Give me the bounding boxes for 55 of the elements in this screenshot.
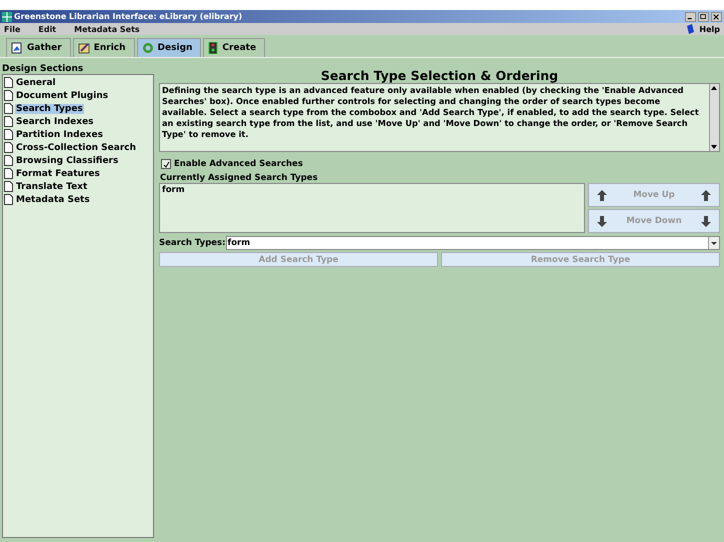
- checkbox-label: Enable Advanced Searches: [174, 159, 303, 169]
- section-heading: Search Type Selection & Ordering: [320, 67, 560, 83]
- section-item[interactable]: General: [15, 78, 57, 88]
- scroll-up-icon[interactable]: [710, 84, 718, 92]
- close-button[interactable]: [711, 12, 722, 22]
- list-label: Currently Assigned Search Types: [159, 173, 319, 183]
- down-arrow-icon: [701, 216, 711, 226]
- list-item[interactable]: form: [162, 185, 582, 195]
- tab[interactable]: Design: [136, 38, 202, 57]
- document-icon: [4, 103, 13, 114]
- app-icon: [2, 12, 12, 22]
- up-arrow-icon: [597, 190, 607, 200]
- section-item[interactable]: Search Types: [15, 104, 84, 114]
- menu-item[interactable]: Edit: [38, 24, 56, 34]
- section-item[interactable]: Search Indexes: [15, 116, 95, 126]
- section-item[interactable]: Format Features: [15, 168, 101, 178]
- sidebar-title: Design Sections: [1, 63, 84, 74]
- document-icon: [4, 129, 13, 140]
- down-arrow-icon: [597, 216, 607, 226]
- section-item[interactable]: Document Plugins: [15, 90, 110, 100]
- scrollbar[interactable]: [709, 84, 719, 151]
- section-item[interactable]: Cross-Collection Search: [15, 142, 138, 152]
- scroll-down-icon[interactable]: [710, 143, 718, 151]
- document-icon: [4, 194, 13, 205]
- tab[interactable]: Gather: [6, 38, 71, 57]
- menu-item[interactable]: File: [4, 24, 20, 34]
- menu-item[interactable]: Metadata Sets: [74, 24, 140, 34]
- section-item[interactable]: Partition Indexes: [15, 130, 104, 140]
- help-menu[interactable]: Help: [686, 24, 720, 34]
- section-item[interactable]: Browsing Classifiers: [15, 156, 120, 166]
- tab[interactable]: Enrich: [72, 38, 135, 57]
- document-icon: [4, 116, 13, 127]
- description-text: Defining the search type is an advanced feature only available when enabled (by checking the 'Enable Advanced Searches' box). Once enabled further controls for selecting and changing the order of search types become available. Select a search type from the combobox and 'Add Search Type', if enabled, to add the search type. Select an existing search type from the list, and use 'Move Up' and 'Move Down' to change the order, or 'Remove Search Type' to remove it.: [161, 84, 700, 141]
- document-icon: [4, 155, 13, 166]
- book-icon: [686, 24, 696, 34]
- document-icon: [4, 142, 13, 153]
- up-arrow-icon: [701, 190, 711, 200]
- traffic-light-icon: [208, 42, 218, 54]
- document-icon: [4, 77, 13, 88]
- document-icon: [4, 90, 13, 101]
- checkbox[interactable]: [161, 159, 171, 169]
- tab[interactable]: Create: [203, 38, 266, 57]
- document-icon: [11, 42, 23, 54]
- document-icon: [4, 181, 13, 192]
- pencil-icon: [78, 42, 90, 54]
- section-item[interactable]: Translate Text: [15, 182, 88, 192]
- gear-icon: [142, 42, 154, 54]
- dropdown-icon: [708, 237, 719, 249]
- minimize-button[interactable]: [685, 12, 696, 22]
- maximize-button[interactable]: [698, 12, 709, 22]
- search-types-combo[interactable]: form: [226, 236, 720, 250]
- document-icon: [4, 168, 13, 179]
- section-item[interactable]: Metadata Sets: [15, 194, 91, 204]
- combo-label: Search Types:: [159, 238, 226, 248]
- window-title: Greenstone Librarian Interface: eLibrary (elibrary): [14, 12, 244, 21]
